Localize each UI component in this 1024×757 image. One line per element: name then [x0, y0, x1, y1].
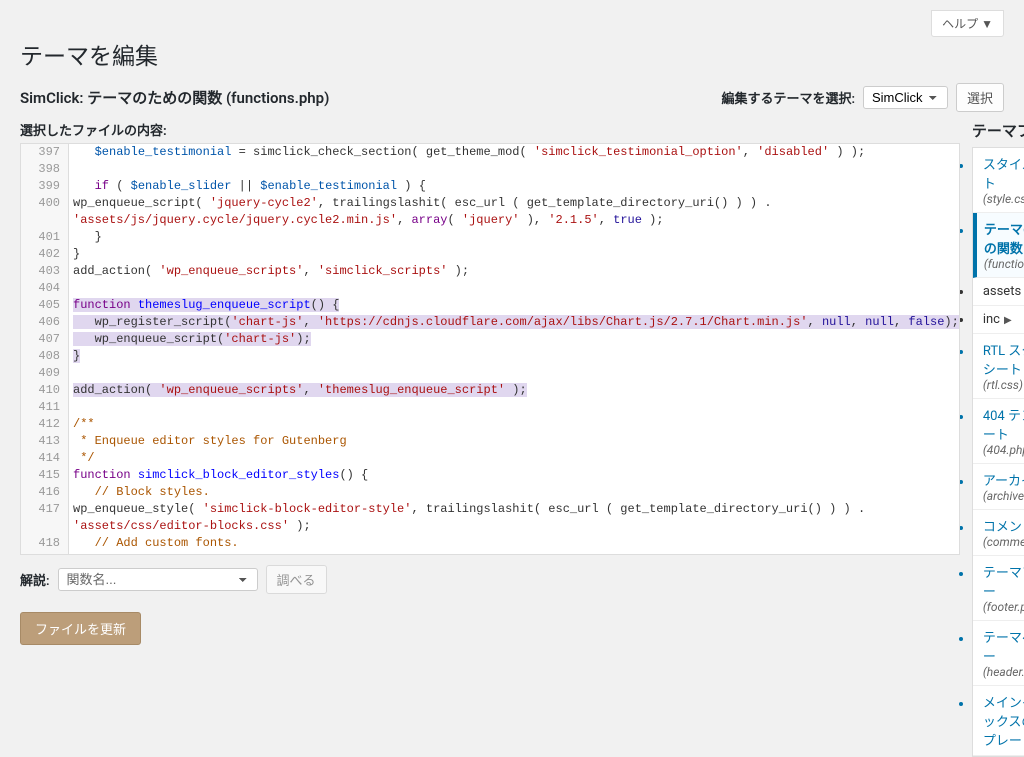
code-line	[69, 280, 959, 297]
file-item[interactable]: スタイルシート(style.css)	[973, 148, 1024, 213]
line-number: 406	[21, 314, 69, 331]
line-number: 417	[21, 501, 69, 535]
file-heading: SimClick: テーマのための関数 (functions.php)	[20, 87, 329, 108]
file-item[interactable]: メインインデックスのテンプレー	[973, 686, 1024, 756]
file-item[interactable]: 404 テンプレート(404.php)	[973, 399, 1024, 464]
file-item[interactable]: コメント(comments.php)	[973, 510, 1024, 556]
code-line	[69, 399, 959, 416]
lookup-select[interactable]: 関数名...	[58, 568, 258, 591]
code-line: */	[69, 450, 959, 467]
sidebar-title: テーマファイル	[972, 120, 1024, 141]
line-number: 409	[21, 365, 69, 382]
line-number: 399	[21, 178, 69, 195]
line-number: 401	[21, 229, 69, 246]
code-line: $enable_testimonial = simclick_check_sec…	[69, 144, 959, 161]
theme-select-dropdown[interactable]: SimClick	[863, 86, 948, 109]
file-item[interactable]: テーマのための関数(functions.php)	[973, 213, 1024, 278]
theme-select-button[interactable]: 選択	[956, 83, 1004, 112]
code-line: function simclick_block_editor_styles() …	[69, 467, 959, 484]
file-item[interactable]: assets▶	[973, 278, 1024, 306]
code-line: wp_enqueue_script( 'jquery-cycle2', trai…	[69, 195, 959, 229]
code-line: wp_enqueue_script('chart-js');	[69, 331, 959, 348]
lookup-button[interactable]: 調べる	[266, 565, 327, 594]
line-number: 414	[21, 450, 69, 467]
content-label: 選択したファイルの内容:	[20, 120, 960, 139]
line-number: 418	[21, 535, 69, 552]
lookup-label: 解説:	[20, 570, 50, 589]
file-item-sub: (rtl.css)	[983, 378, 1024, 392]
code-line: add_action( 'wp_enqueue_scripts', 'theme…	[69, 382, 959, 399]
file-item-sub: (404.php)	[983, 443, 1024, 457]
code-line: add_action( 'wp_enqueue_scripts', 'simcl…	[69, 263, 959, 280]
file-item-sub: (header.php)	[983, 665, 1024, 679]
line-number: 407	[21, 331, 69, 348]
line-number: 411	[21, 399, 69, 416]
line-number: 419	[21, 552, 69, 555]
line-number: 413	[21, 433, 69, 450]
theme-select-label: 編集するテーマを選択:	[721, 88, 855, 107]
file-item-sub: (style.css)	[983, 192, 1024, 206]
help-tab[interactable]: ヘルプ ▼	[931, 10, 1004, 37]
line-number: 416	[21, 484, 69, 501]
code-line: wp_register_script('chart-js', 'https://…	[69, 314, 959, 331]
line-number: 408	[21, 348, 69, 365]
update-file-button[interactable]: ファイルを更新	[20, 612, 141, 645]
code-line	[69, 365, 959, 382]
code-line: * Enqueue editor styles for Gutenberg	[69, 433, 959, 450]
line-number: 400	[21, 195, 69, 229]
code-line: function themeslug_enqueue_script() {	[69, 297, 959, 314]
code-line: // Add custom fonts.	[69, 535, 959, 552]
file-item[interactable]: テーマヘッダー(header.php)	[973, 621, 1024, 686]
page-title: テーマを編集	[20, 37, 1004, 71]
line-number: 402	[21, 246, 69, 263]
code-line: wp_enqueue_style( 'simclick-block-editor…	[69, 501, 959, 535]
code-line: /**	[69, 416, 959, 433]
line-number: 403	[21, 263, 69, 280]
file-list: スタイルシート(style.css)テーマのための関数(functions.ph…	[972, 147, 1024, 757]
code-line: }	[69, 348, 959, 365]
code-line: // Block styles.	[69, 484, 959, 501]
line-number: 412	[21, 416, 69, 433]
line-number: 410	[21, 382, 69, 399]
file-item-sub: (functions.php)	[984, 257, 1024, 271]
file-item-sub: (footer.php)	[983, 600, 1024, 614]
code-line: }	[69, 246, 959, 263]
code-line: }	[69, 229, 959, 246]
code-editor[interactable]: 397 $enable_testimonial = simclick_check…	[20, 143, 960, 555]
line-number: 397	[21, 144, 69, 161]
file-item[interactable]: RTL スタイルシート(rtl.css)	[973, 334, 1024, 399]
file-item-sub: (comments.php)	[983, 535, 1024, 549]
line-number: 405	[21, 297, 69, 314]
line-number: 415	[21, 467, 69, 484]
code-line: if ( $enable_slider || $enable_testimoni…	[69, 178, 959, 195]
line-number: 404	[21, 280, 69, 297]
code-line: wp_enqueue_style( 'simclick-fonts', simc…	[69, 552, 959, 555]
file-item[interactable]: アーカイブ(archive.php)	[973, 464, 1024, 510]
line-number: 398	[21, 161, 69, 178]
file-item[interactable]: テーマフッター(footer.php)	[973, 556, 1024, 621]
file-item[interactable]: inc▶	[973, 306, 1024, 334]
chevron-right-icon: ▶	[1004, 315, 1012, 326]
file-item-sub: (archive.php)	[983, 489, 1024, 503]
code-line	[69, 161, 959, 178]
